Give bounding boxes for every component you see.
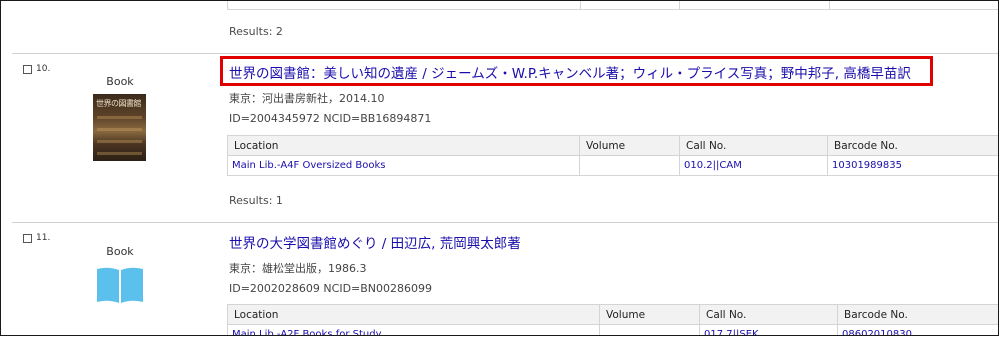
call-number-link[interactable]: 017.7||SEK bbox=[699, 324, 838, 335]
table-row: Main Lib.-A4F Oversized Books 010.2||CAM… bbox=[227, 155, 998, 176]
publication-info: 東京：雄松堂出版，1986.3 bbox=[229, 262, 367, 275]
checkbox[interactable] bbox=[23, 64, 32, 74]
holdings-header-row: Location Volume Call No. Barcode No. bbox=[227, 304, 998, 325]
holdings-table: Location Volume Call No. Barcode No. Mai… bbox=[227, 135, 998, 176]
column-header-location: Location bbox=[227, 135, 580, 156]
table-row: Main Lib.-A2F Books for Study 017.7||SEK… bbox=[227, 324, 998, 335]
record-number: 10. bbox=[36, 64, 51, 74]
previous-holdings-table-stub bbox=[227, 1, 998, 10]
book-cover-image[interactable]: 世界の図書館 bbox=[93, 94, 146, 161]
barcode-link[interactable]: 10301989835 bbox=[827, 155, 998, 176]
record-identifiers: ID=2004345972 NCID=BB16894871 bbox=[229, 112, 432, 125]
location-link[interactable]: Main Lib.-A2F Books for Study bbox=[227, 324, 600, 335]
search-results-panel: Results: 2 10. Book 世界の図書館 世界の図書館：美しい知の遺… bbox=[0, 0, 999, 336]
previous-results-count: Results: 2 bbox=[229, 25, 283, 38]
material-type-label: Book bbox=[106, 75, 134, 88]
material-type-label: Book bbox=[106, 245, 134, 258]
publication-info: 東京：河出書房新社，2014.10 bbox=[229, 92, 385, 105]
column-header-barcode: Barcode No. bbox=[837, 304, 998, 325]
record-10-select[interactable]: 10. bbox=[23, 64, 50, 74]
column-header-call-no: Call No. bbox=[679, 135, 828, 156]
column-header-location: Location bbox=[227, 304, 600, 325]
column-header-barcode: Barcode No. bbox=[827, 135, 998, 156]
location-link[interactable]: Main Lib.-A4F Oversized Books bbox=[227, 155, 580, 176]
record-number: 11. bbox=[36, 233, 51, 243]
record-separator bbox=[12, 222, 998, 223]
record-identifiers: ID=2002028609 NCID=BN00286099 bbox=[229, 282, 433, 295]
volume-cell bbox=[579, 155, 680, 176]
open-book-icon bbox=[97, 267, 143, 303]
record-title-link[interactable]: 世界の図書館：美しい知の遺産 / ジェームズ・W.P.キャンベル著；ウィル・プラ… bbox=[229, 62, 911, 82]
results-count: Results: 1 bbox=[229, 194, 283, 207]
volume-cell bbox=[599, 324, 700, 335]
holdings-table: Location Volume Call No. Barcode No. Mai… bbox=[227, 304, 998, 335]
record-11-select[interactable]: 11. bbox=[23, 233, 50, 243]
record-separator bbox=[12, 53, 998, 54]
column-header-volume: Volume bbox=[599, 304, 700, 325]
record-title-link[interactable]: 世界の大学図書館めぐり / 田辺広, 荒岡興太郎著 bbox=[229, 232, 521, 252]
call-number-link[interactable]: 010.2||CAM bbox=[679, 155, 828, 176]
holdings-header-row: Location Volume Call No. Barcode No. bbox=[227, 135, 998, 156]
checkbox[interactable] bbox=[23, 233, 32, 243]
cover-title: 世界の図書館 bbox=[96, 99, 142, 108]
column-header-volume: Volume bbox=[579, 135, 680, 156]
barcode-link[interactable]: 08602010830 bbox=[837, 324, 998, 335]
column-header-call-no: Call No. bbox=[699, 304, 838, 325]
